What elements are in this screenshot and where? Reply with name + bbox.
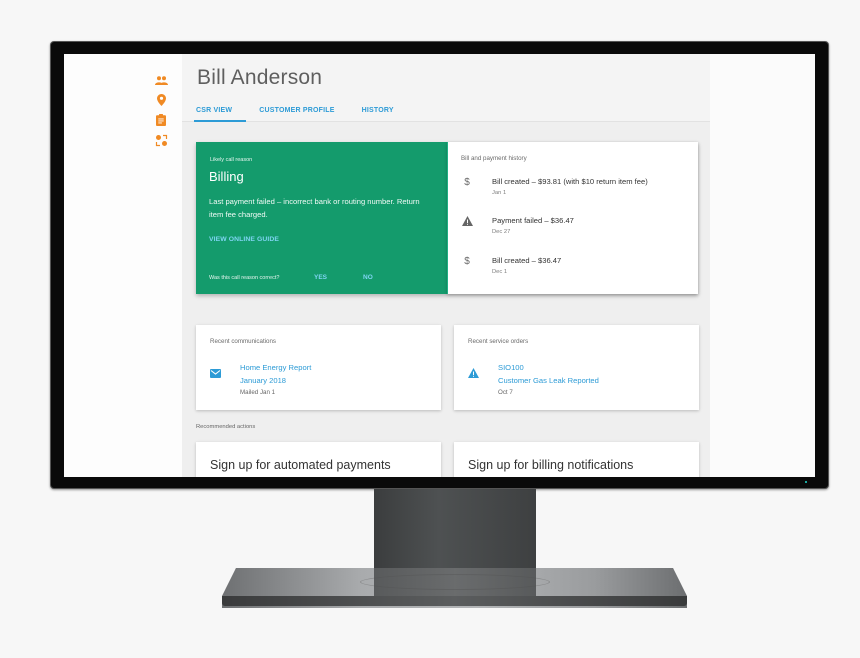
dollar-icon: $ bbox=[464, 255, 470, 267]
history-item-date: Dec 1 bbox=[492, 269, 508, 275]
history-item-title: Payment failed – $36.47 bbox=[492, 216, 574, 225]
recommended-action-card[interactable]: Sign up for billing notifications bbox=[454, 442, 699, 477]
tab-bar: CSR VIEW CUSTOMER PROFILE HISTORY bbox=[193, 105, 421, 122]
communication-period-link[interactable]: January 2018 bbox=[240, 376, 286, 385]
main-content: Bill Anderson CSR VIEW CUSTOMER PROFILE … bbox=[182, 54, 710, 477]
customer-name: Bill Anderson bbox=[197, 66, 323, 89]
monitor-stand-ring bbox=[360, 574, 550, 590]
communication-title-link[interactable]: Home Energy Report bbox=[240, 363, 311, 372]
monitor-stand-neck bbox=[374, 489, 536, 578]
recommended-action-card[interactable]: Sign up for automated payments bbox=[196, 442, 441, 477]
billing-history-label: Bill and payment history bbox=[461, 155, 527, 162]
recommended-action-title[interactable]: Sign up for automated payments bbox=[210, 458, 391, 472]
power-led bbox=[805, 481, 807, 483]
tab-csr-view[interactable]: CSR VIEW bbox=[193, 105, 247, 122]
call-reason-card: Likely call reason Billing Last payment … bbox=[196, 142, 447, 294]
billing-history-card: Bill and payment history $ Bill created … bbox=[447, 142, 698, 294]
tab-customer-profile[interactable]: CUSTOMER PROFILE bbox=[259, 105, 334, 122]
right-pane bbox=[710, 54, 815, 477]
alert-icon bbox=[468, 365, 479, 378]
yes-button[interactable]: YES bbox=[314, 274, 327, 281]
monitor-screen: Bill Anderson CSR VIEW CUSTOMER PROFILE … bbox=[64, 54, 815, 477]
history-item: $ Bill created – $93.81 (with $10 return… bbox=[461, 176, 696, 206]
history-item-title: Bill created – $36.47 bbox=[492, 256, 562, 265]
warning-icon bbox=[461, 215, 473, 227]
history-item-title: Bill created – $93.81 (with $10 return i… bbox=[492, 177, 648, 186]
monitor-bezel: Bill Anderson CSR VIEW CUSTOMER PROFILE … bbox=[50, 41, 829, 489]
history-item: $ Bill created – $36.47 Dec 1 bbox=[461, 255, 696, 285]
call-reason-description: Last payment failed – incorrect bank or … bbox=[209, 197, 420, 219]
no-button[interactable]: NO bbox=[363, 274, 373, 281]
csr-app: Bill Anderson CSR VIEW CUSTOMER PROFILE … bbox=[64, 54, 815, 477]
history-item: Payment failed – $36.47 Dec 27 bbox=[461, 215, 696, 245]
service-order-description-link[interactable]: Customer Gas Leak Reported bbox=[498, 376, 599, 385]
workflow-icon[interactable] bbox=[154, 133, 168, 147]
call-reason-title: Billing bbox=[209, 169, 244, 184]
recent-communications-card: Recent communications Home Energy Report… bbox=[196, 325, 441, 410]
call-reason-eyebrow: Likely call reason bbox=[210, 157, 253, 163]
communication-mailed-date: Mailed Jan 1 bbox=[240, 389, 276, 396]
mail-icon bbox=[210, 365, 221, 378]
clipboard-icon[interactable] bbox=[154, 113, 168, 127]
tab-history[interactable]: HISTORY bbox=[362, 105, 394, 122]
rail-nav bbox=[154, 73, 168, 147]
recent-service-orders-label: Recent service orders bbox=[468, 338, 529, 345]
recent-service-orders-card: Recent service orders SIO100 Customer Ga… bbox=[454, 325, 699, 410]
recent-communications-label: Recent communications bbox=[210, 338, 277, 345]
recommended-actions-label: Recommended actions bbox=[196, 424, 256, 430]
monitor-stand-base-edge bbox=[222, 596, 687, 606]
people-icon[interactable] bbox=[154, 73, 168, 87]
call-reason-question: Was this call reason correct? bbox=[209, 275, 280, 281]
history-item-date: Dec 27 bbox=[492, 229, 511, 235]
service-order-date: Oct 7 bbox=[498, 389, 513, 396]
recommended-action-title[interactable]: Sign up for billing notifications bbox=[468, 458, 633, 472]
history-item-date: Jan 1 bbox=[492, 190, 507, 196]
service-order-id-link[interactable]: SIO100 bbox=[498, 363, 524, 372]
left-rail bbox=[64, 54, 182, 477]
view-online-guide-link[interactable]: VIEW ONLINE GUIDE bbox=[209, 236, 279, 243]
location-pin-icon[interactable] bbox=[154, 93, 168, 107]
customer-header: Bill Anderson CSR VIEW CUSTOMER PROFILE … bbox=[182, 54, 710, 122]
dollar-icon: $ bbox=[464, 176, 470, 188]
